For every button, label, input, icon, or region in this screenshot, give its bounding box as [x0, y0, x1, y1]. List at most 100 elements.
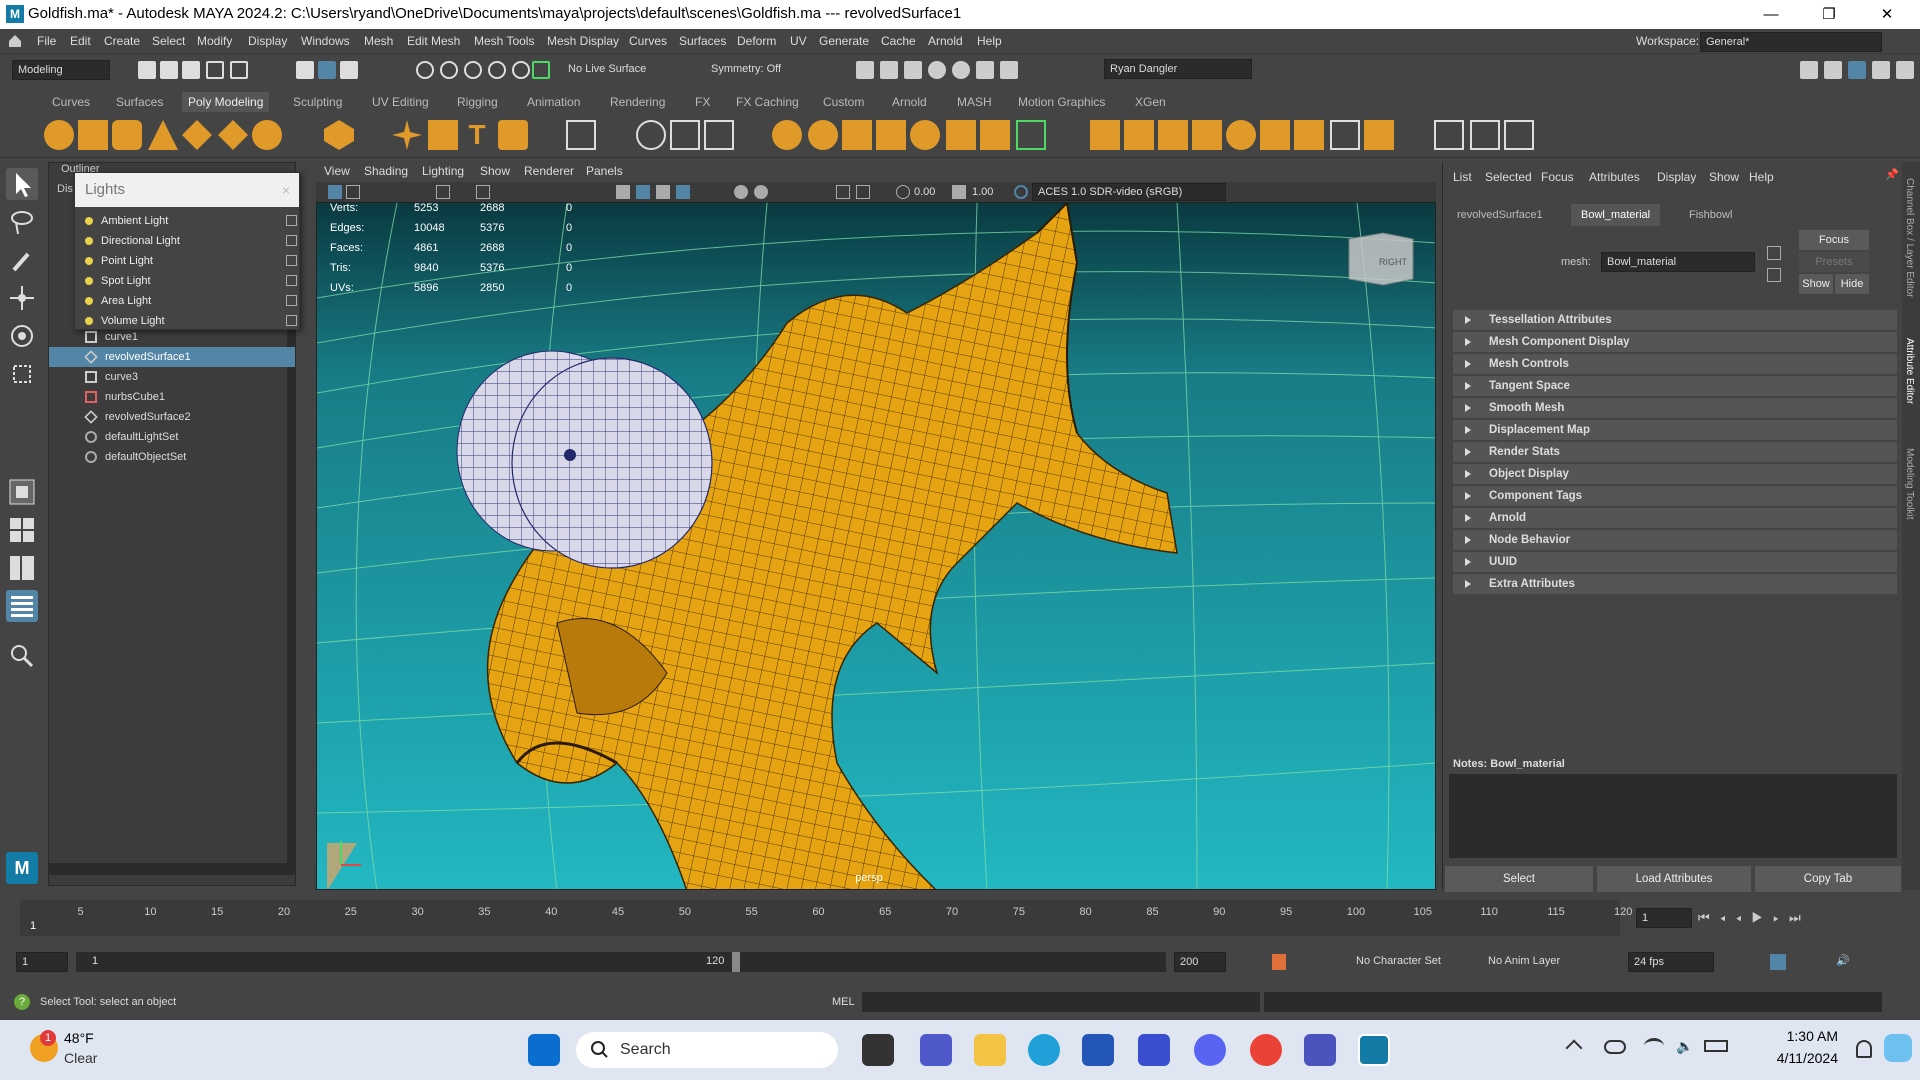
snap-surface-icon[interactable]	[512, 61, 530, 79]
menu-file[interactable]: File	[37, 29, 56, 54]
menu-edit[interactable]: Edit	[70, 29, 91, 54]
current-frame-field[interactable]: 1	[1636, 908, 1692, 928]
time-slider[interactable]: 1 5 10 15 20 25 30 35 40 45 50 55 60 65 70 75 80 85 90 95 1…	[0, 892, 1920, 944]
maya-taskbar-icon[interactable]	[1358, 1034, 1390, 1066]
teams-new-icon[interactable]	[1304, 1034, 1336, 1066]
outliner-item-revolvedsurface2[interactable]: revolvedSurface2	[49, 407, 295, 427]
multi-cut-icon[interactable]	[1016, 120, 1046, 150]
shelf-tab-fx-caching[interactable]: FX Caching	[736, 92, 799, 112]
extrude-icon[interactable]	[772, 120, 802, 150]
shelf-tab-motion-graphics[interactable]: Motion Graphics	[1018, 92, 1105, 112]
ae-section-node-behavior[interactable]: Node Behavior	[1453, 530, 1897, 550]
paint-select-icon[interactable]	[6, 244, 38, 276]
sweep-mesh-icon[interactable]	[428, 120, 458, 150]
channel-box-toggle-icon[interactable]	[1872, 61, 1890, 79]
perspective-viewport[interactable]: RIGHT persp	[316, 202, 1436, 890]
clock-date[interactable]: 4/11/2024	[1748, 1050, 1838, 1066]
outliner-item-defaultobjectset[interactable]: defaultObjectSet	[49, 447, 295, 467]
shelf-tab-poly-modeling[interactable]: Poly Modeling	[182, 92, 270, 112]
poly-disc-icon[interactable]	[252, 120, 282, 150]
menu-deform[interactable]: Deform	[737, 29, 776, 54]
ae-menu-attributes[interactable]: Attributes	[1589, 170, 1640, 184]
offset-edge-loop-icon[interactable]	[1158, 120, 1188, 150]
onedrive-icon[interactable]	[1604, 1040, 1626, 1054]
help-icon[interactable]: ?	[14, 994, 30, 1010]
slide-edge-icon[interactable]	[1294, 120, 1324, 150]
copilot-icon[interactable]	[1884, 1034, 1912, 1062]
show-button[interactable]: Show	[1799, 274, 1833, 294]
load-node-icon[interactable]	[1767, 268, 1781, 282]
select-camera-icon[interactable]	[328, 185, 342, 199]
animation-start-field[interactable]: 1	[16, 952, 68, 972]
ae-tab-revolvedsurface1[interactable]: revolvedSurface1	[1447, 204, 1553, 226]
shelf-tab-rendering[interactable]: Rendering	[610, 92, 665, 112]
shadows-icon[interactable]	[734, 185, 748, 199]
pin-icon[interactable]: 📌	[1885, 168, 1899, 181]
light-item-area-light[interactable]: Area Light	[79, 291, 297, 311]
symmetry-dropdown[interactable]: Symmetry: Off	[706, 60, 806, 80]
menu-help[interactable]: Help	[977, 29, 1002, 54]
light-option-box[interactable]	[286, 235, 297, 246]
camera-attributes-icon[interactable]	[346, 185, 360, 199]
ae-copy-tab-button[interactable]: Copy Tab	[1755, 866, 1901, 892]
color-management-icon[interactable]	[1014, 185, 1028, 199]
shelf-tab-xgen[interactable]: XGen	[1135, 92, 1166, 112]
light-option-box[interactable]	[286, 215, 297, 226]
shelf-tab-rigging[interactable]: Rigging	[457, 92, 498, 112]
ae-tab-bowl-material[interactable]: Bowl_material	[1571, 204, 1661, 226]
undo-icon[interactable]	[206, 61, 224, 79]
separate-icon[interactable]	[946, 120, 976, 150]
select-tool-icon[interactable]	[6, 168, 38, 200]
exposure-icon[interactable]	[896, 185, 910, 199]
fps-dropdown[interactable]: 24 fps	[1628, 952, 1714, 972]
insert-edge-loop-icon[interactable]	[1124, 120, 1154, 150]
menu-curves[interactable]: Curves	[629, 29, 667, 54]
light-item-directional-light[interactable]: Directional Light	[79, 231, 297, 251]
anim-layer-dropdown[interactable]: No Anim Layer	[1488, 955, 1560, 967]
live-surface-field[interactable]: No Live Surface	[563, 60, 663, 80]
collapse-icon[interactable]	[1192, 120, 1222, 150]
outliner-layout-icon[interactable]	[6, 590, 38, 622]
booleans-icon[interactable]	[910, 120, 940, 150]
layout-icon[interactable]	[1800, 61, 1818, 79]
menu-mesh[interactable]: Mesh	[364, 29, 393, 54]
pause-icon[interactable]	[1000, 61, 1018, 79]
hide-button[interactable]: Hide	[1835, 274, 1869, 294]
light-item-point-light[interactable]: Point Light	[79, 251, 297, 271]
viewport-menu-lighting[interactable]: Lighting	[422, 164, 464, 178]
store-icon[interactable]	[1082, 1034, 1114, 1066]
search-icon[interactable]	[6, 640, 38, 672]
poly-type-icon[interactable]: T	[462, 120, 492, 150]
light-option-box[interactable]	[286, 315, 297, 326]
open-scene-icon[interactable]	[160, 61, 178, 79]
move-tool-icon[interactable]	[6, 282, 38, 314]
ae-section-tangent-space[interactable]: Tangent Space	[1453, 376, 1897, 396]
animation-end-field[interactable]: 200	[1174, 952, 1226, 972]
menu-uv[interactable]: UV	[790, 29, 807, 54]
freeze-transform-icon[interactable]	[704, 120, 734, 150]
poly-cylinder-icon[interactable]	[112, 120, 142, 150]
outliner-display-menu[interactable]: Dis	[57, 183, 73, 195]
ae-menu-show[interactable]: Show	[1709, 170, 1739, 184]
bookmark-icon[interactable]	[436, 185, 450, 199]
light-item-ambient-light[interactable]: Ambient Light	[79, 211, 297, 231]
platonic-solid-icon[interactable]	[324, 120, 354, 150]
save-scene-icon[interactable]	[182, 61, 200, 79]
persp-outliner-icon[interactable]	[6, 552, 38, 584]
notes-textarea[interactable]	[1449, 774, 1897, 858]
current-frame-marker[interactable]: 1	[30, 920, 36, 932]
focus-button[interactable]: Focus	[1799, 230, 1869, 250]
app-icon[interactable]	[1138, 1034, 1170, 1066]
ae-menu-selected[interactable]: Selected	[1485, 170, 1532, 184]
chrome-icon[interactable]	[1250, 1034, 1282, 1066]
side-tab-channel-box[interactable]: Channel Box / Layer Editor	[1904, 178, 1915, 298]
viewport-menu-show[interactable]: Show	[480, 164, 510, 178]
ae-select-button[interactable]: Select	[1445, 866, 1593, 892]
minimize-button[interactable]: —	[1742, 0, 1800, 29]
gamma-icon[interactable]	[952, 185, 966, 199]
file-explorer-icon[interactable]	[974, 1034, 1006, 1066]
clock-time[interactable]: 1:30 AM	[1748, 1028, 1838, 1044]
battery-icon[interactable]	[1704, 1040, 1728, 1052]
select-component-icon[interactable]	[340, 61, 358, 79]
make-live-icon[interactable]	[532, 61, 550, 79]
